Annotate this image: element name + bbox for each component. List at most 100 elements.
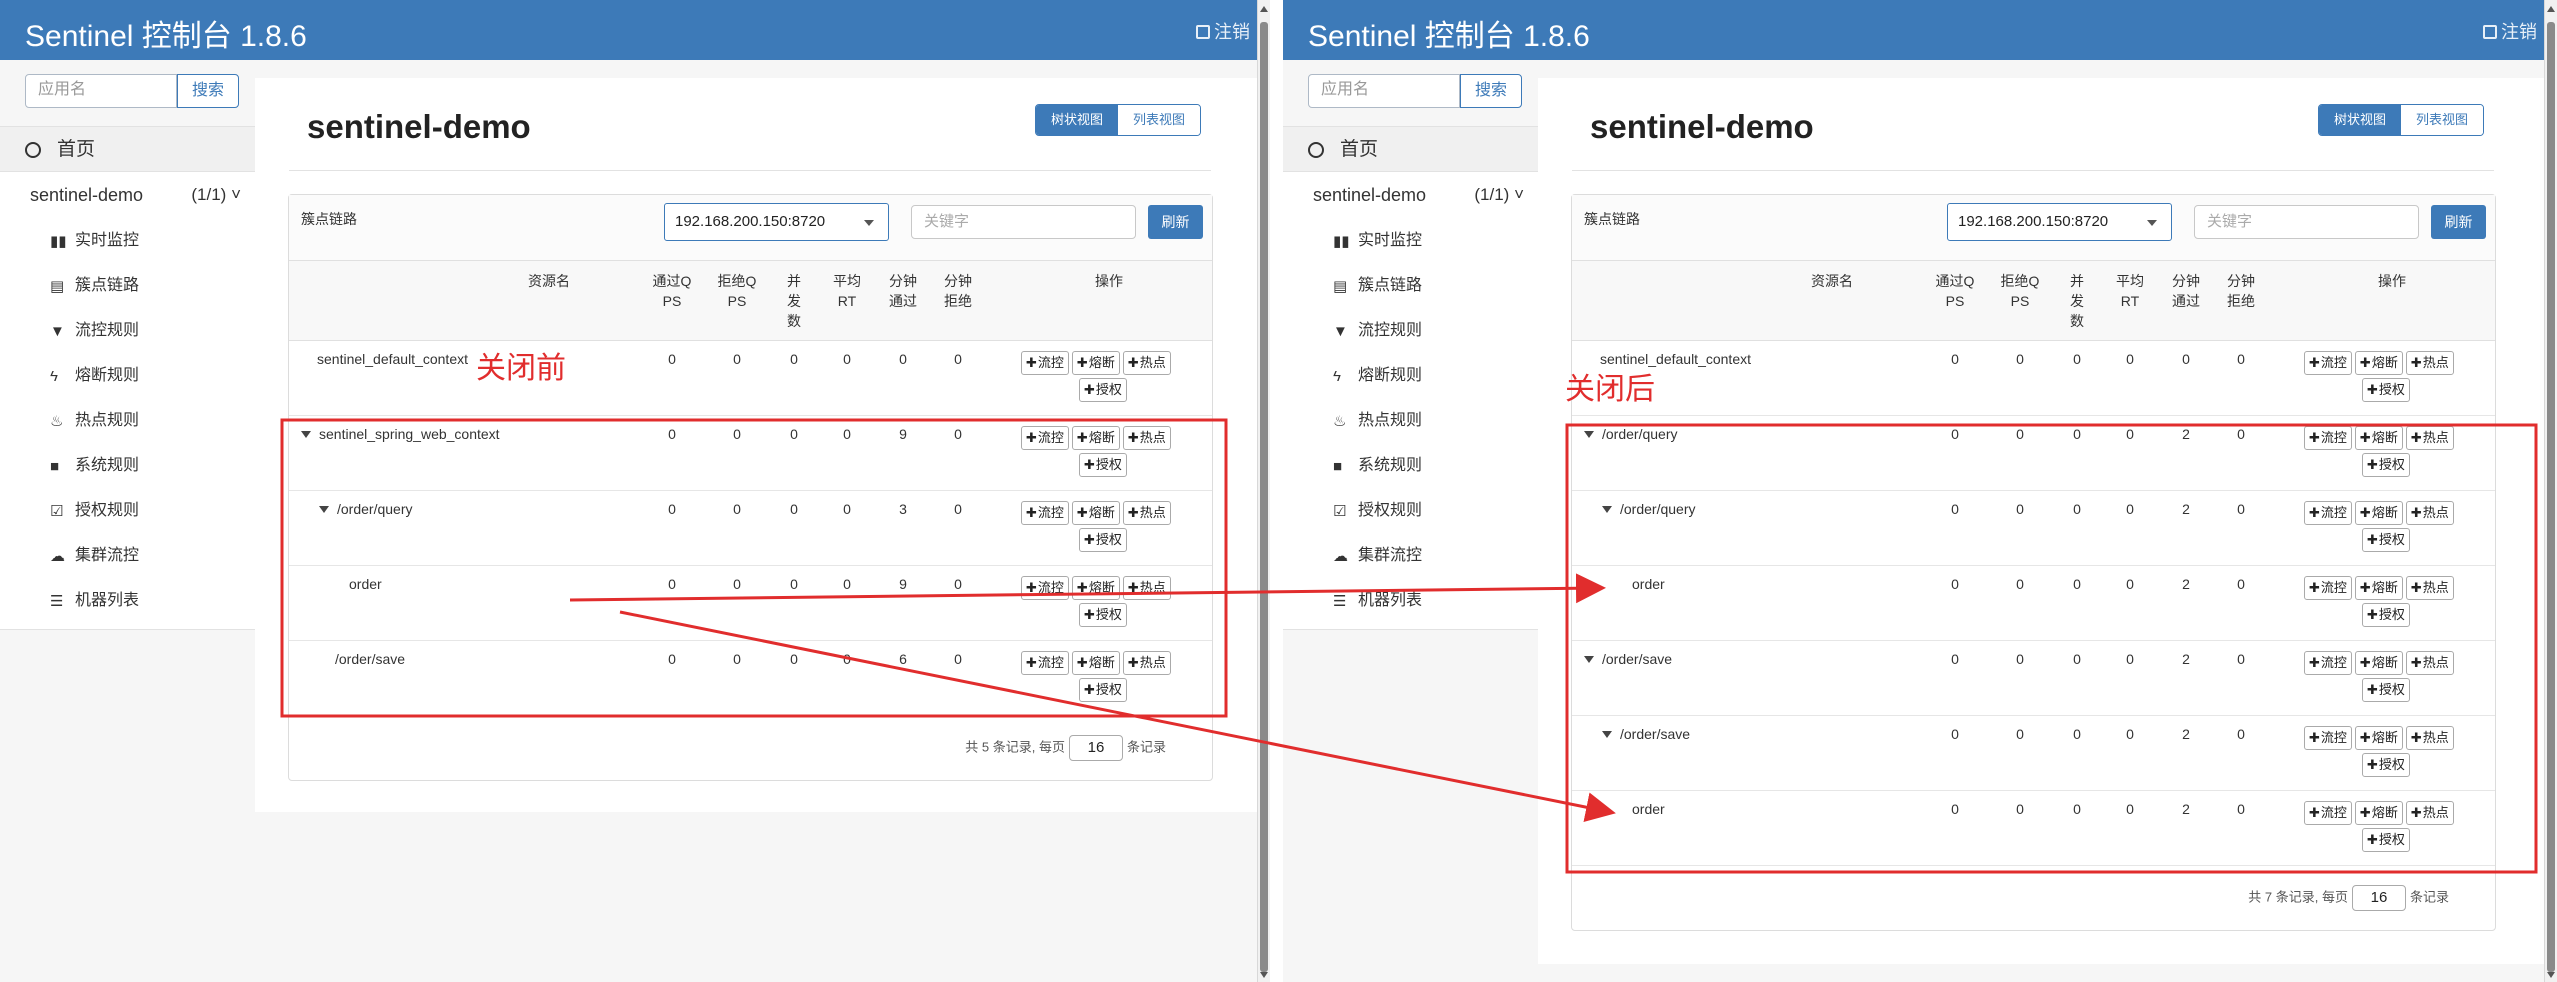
sidebar-item-1[interactable]: ▮▮ 实时监控 <box>0 218 255 263</box>
sidebar-item-9[interactable]: ☰ 机器列表 <box>1283 578 1538 623</box>
sidebar-item-5[interactable]: ♨ 热点规则 <box>0 398 255 443</box>
flow-rule-button[interactable]: ✚流控 <box>2304 426 2352 450</box>
scrollbar-thumb[interactable] <box>2547 22 2555 972</box>
degrade-rule-button[interactable]: ✚熔断 <box>2354 801 2403 825</box>
auth-rule-button[interactable]: ✚授权 <box>2362 603 2410 627</box>
hotspot-rule-button[interactable]: ✚热点 <box>1122 651 1171 675</box>
app-search-button[interactable]: 搜索 <box>1460 74 1522 108</box>
sidebar-item-7[interactable]: ☑ 授权规则 <box>1283 488 1538 533</box>
auth-rule-button[interactable]: ✚授权 <box>1079 528 1127 552</box>
machine-select[interactable]: 192.168.200.150:8720 <box>1947 203 2172 241</box>
hotspot-rule-button[interactable]: ✚热点 <box>2405 576 2454 600</box>
left-scrollbar[interactable] <box>1257 0 1270 982</box>
caret-down-icon[interactable] <box>301 431 311 438</box>
degrade-rule-button[interactable]: ✚熔断 <box>1071 426 1120 450</box>
hotspot-rule-button[interactable]: ✚热点 <box>2405 426 2454 450</box>
hotspot-rule-button[interactable]: ✚热点 <box>1122 426 1171 450</box>
degrade-rule-button[interactable]: ✚熔断 <box>2354 351 2403 375</box>
caret-down-icon[interactable] <box>1602 731 1612 738</box>
refresh-button[interactable]: 刷新 <box>1148 205 1203 239</box>
flow-rule-button[interactable]: ✚流控 <box>2304 501 2352 525</box>
degrade-rule-button[interactable]: ✚熔断 <box>2354 501 2403 525</box>
auth-rule-button[interactable]: ✚授权 <box>1079 678 1127 702</box>
sidebar-item-4[interactable]: ϟ 熔断规则 <box>1283 353 1538 398</box>
sidebar-item-9[interactable]: ☰ 机器列表 <box>0 578 255 623</box>
sidebar-item-8[interactable]: ☁ 集群流控 <box>1283 533 1538 578</box>
degrade-rule-button[interactable]: ✚熔断 <box>2354 651 2403 675</box>
tab-list-view[interactable]: 列表视图 <box>2401 105 2483 135</box>
sidebar-item-4[interactable]: ϟ 熔断规则 <box>0 353 255 398</box>
resource-name[interactable]: /order/query <box>319 501 412 517</box>
resource-name[interactable]: /order/save <box>1602 726 1690 742</box>
auth-rule-button[interactable]: ✚授权 <box>2362 528 2410 552</box>
sidebar-item-5[interactable]: ♨ 热点规则 <box>1283 398 1538 443</box>
degrade-rule-button[interactable]: ✚熔断 <box>1071 501 1120 525</box>
scrollbar-thumb[interactable] <box>1260 22 1268 972</box>
refresh-button[interactable]: 刷新 <box>2431 205 2486 239</box>
degrade-rule-button[interactable]: ✚熔断 <box>2354 726 2403 750</box>
hotspot-rule-button[interactable]: ✚热点 <box>2405 501 2454 525</box>
flow-rule-button[interactable]: ✚流控 <box>1021 501 1069 525</box>
sidebar-item-8[interactable]: ☁ 集群流控 <box>0 533 255 578</box>
keyword-input[interactable]: 关键字 <box>2194 205 2419 239</box>
auth-rule-button[interactable]: ✚授权 <box>2362 378 2410 402</box>
sidebar-item-2[interactable]: ▤ 簇点链路 <box>0 263 255 308</box>
resource-name[interactable]: sentinel_spring_web_context <box>301 426 500 442</box>
degrade-rule-button[interactable]: ✚熔断 <box>2354 426 2403 450</box>
degrade-rule-button[interactable]: ✚熔断 <box>1071 651 1120 675</box>
sidebar-item-7[interactable]: ☑ 授权规则 <box>0 488 255 533</box>
flow-rule-button[interactable]: ✚流控 <box>2304 576 2352 600</box>
caret-down-icon[interactable] <box>319 506 329 513</box>
auth-rule-button[interactable]: ✚授权 <box>2362 753 2410 777</box>
auth-rule-button[interactable]: ✚授权 <box>1079 453 1127 477</box>
hotspot-rule-button[interactable]: ✚热点 <box>2405 726 2454 750</box>
caret-down-icon[interactable] <box>1602 506 1612 513</box>
resource-name[interactable]: /order/query <box>1584 426 1677 442</box>
flow-rule-button[interactable]: ✚流控 <box>1021 351 1069 375</box>
sidebar-item-home[interactable]: 首页 <box>0 126 255 172</box>
resource-name[interactable]: /order/query <box>1602 501 1695 517</box>
tab-tree-view[interactable]: 树状视图 <box>2319 105 2401 135</box>
hotspot-rule-button[interactable]: ✚热点 <box>2405 801 2454 825</box>
auth-rule-button[interactable]: ✚授权 <box>2362 828 2410 852</box>
flow-rule-button[interactable]: ✚流控 <box>1021 651 1069 675</box>
flow-rule-button[interactable]: ✚流控 <box>1021 576 1069 600</box>
sidebar-item-1[interactable]: ▮▮ 实时监控 <box>1283 218 1538 263</box>
auth-rule-button[interactable]: ✚授权 <box>2362 678 2410 702</box>
hotspot-rule-button[interactable]: ✚热点 <box>1122 576 1171 600</box>
hotspot-rule-button[interactable]: ✚热点 <box>1122 351 1171 375</box>
machine-select[interactable]: 192.168.200.150:8720 <box>664 203 889 241</box>
sidebar-app-sentinel-demo[interactable]: sentinel-demo (1/1) ˅ <box>1283 172 1538 218</box>
sidebar-item-3[interactable]: ▼ 流控规则 <box>0 308 255 353</box>
degrade-rule-button[interactable]: ✚熔断 <box>1071 351 1120 375</box>
sidebar-item-6[interactable]: ■ 系统规则 <box>0 443 255 488</box>
sidebar-item-2[interactable]: ▤ 簇点链路 <box>1283 263 1538 308</box>
hotspot-rule-button[interactable]: ✚热点 <box>2405 651 2454 675</box>
page-size-input[interactable]: 16 <box>1068 735 1123 761</box>
sidebar-item-3[interactable]: ▼ 流控规则 <box>1283 308 1538 353</box>
sidebar-item-6[interactable]: ■ 系统规则 <box>1283 443 1538 488</box>
auth-rule-button[interactable]: ✚授权 <box>2362 453 2410 477</box>
keyword-input[interactable]: 关键字 <box>911 205 1136 239</box>
tab-list-view[interactable]: 列表视图 <box>1118 105 1200 135</box>
logout-link[interactable]: 注销 <box>2483 18 2537 44</box>
degrade-rule-button[interactable]: ✚熔断 <box>2354 576 2403 600</box>
flow-rule-button[interactable]: ✚流控 <box>1021 426 1069 450</box>
app-search-input[interactable]: 应用名 <box>25 74 177 108</box>
app-search-input[interactable]: 应用名 <box>1308 74 1460 108</box>
sidebar-app-sentinel-demo[interactable]: sentinel-demo (1/1) ˅ <box>0 172 255 218</box>
auth-rule-button[interactable]: ✚授权 <box>1079 378 1127 402</box>
flow-rule-button[interactable]: ✚流控 <box>2304 651 2352 675</box>
degrade-rule-button[interactable]: ✚熔断 <box>1071 576 1120 600</box>
resource-name[interactable]: /order/save <box>1584 651 1672 667</box>
flow-rule-button[interactable]: ✚流控 <box>2304 726 2352 750</box>
right-scrollbar[interactable] <box>2544 0 2557 982</box>
app-search-button[interactable]: 搜索 <box>177 74 239 108</box>
auth-rule-button[interactable]: ✚授权 <box>1079 603 1127 627</box>
caret-down-icon[interactable] <box>1584 431 1594 438</box>
logout-link[interactable]: 注销 <box>1196 18 1250 44</box>
flow-rule-button[interactable]: ✚流控 <box>2304 351 2352 375</box>
page-size-input[interactable]: 16 <box>2351 885 2406 911</box>
caret-down-icon[interactable] <box>1584 656 1594 663</box>
hotspot-rule-button[interactable]: ✚热点 <box>2405 351 2454 375</box>
